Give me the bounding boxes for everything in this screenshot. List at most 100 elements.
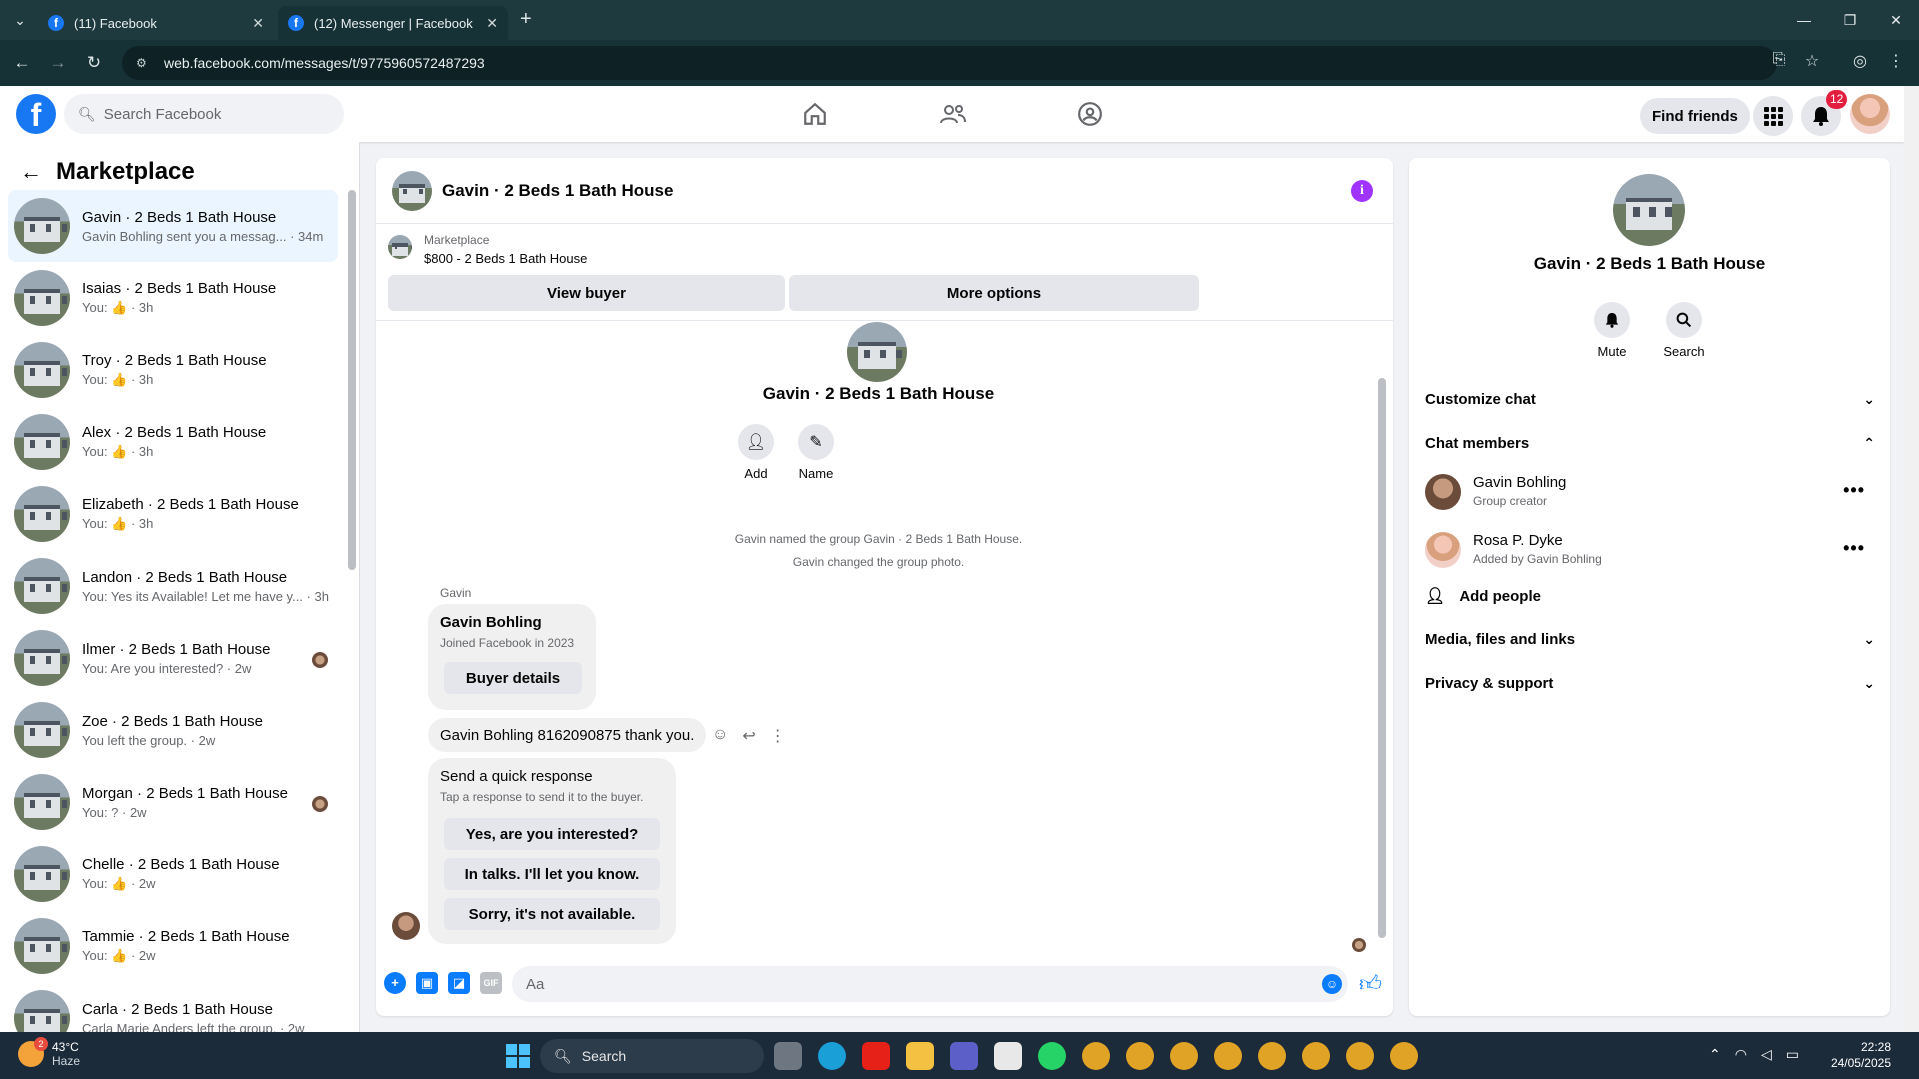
- battery-icon[interactable]: ▭: [1786, 1046, 1799, 1063]
- store-icon[interactable]: [994, 1042, 1022, 1070]
- minimize-icon[interactable]: —: [1781, 0, 1827, 40]
- more-horizontal-icon[interactable]: •••: [1843, 480, 1865, 501]
- browser-menu-icon[interactable]: ⋮: [1884, 51, 1908, 75]
- privacy-support-section[interactable]: Privacy & support ⌄: [1425, 668, 1875, 698]
- youtube-icon[interactable]: [862, 1042, 890, 1070]
- weather-widget[interactable]: 2 43°C Haze: [18, 1037, 80, 1068]
- sidebar-scrollbar[interactable]: [348, 190, 356, 570]
- home-nav-icon[interactable]: [759, 86, 871, 142]
- chat-scrollbar[interactable]: [1378, 378, 1386, 938]
- more-vertical-icon[interactable]: ⋮: [770, 726, 786, 746]
- chat-title[interactable]: Gavin · 2 Beds 1 Bath House: [442, 181, 673, 201]
- find-friends-button[interactable]: Find friends: [1640, 98, 1750, 134]
- message-bubble[interactable]: Gavin Bohling 8162090875 thank you.: [428, 718, 707, 752]
- conversation-item[interactable]: Isaias · 2 Beds 1 Bath House You: 👍 · 3h: [8, 262, 338, 334]
- conversation-item[interactable]: Gavin · 2 Beds 1 Bath House Gavin Bohling…: [8, 190, 338, 262]
- info-icon[interactable]: i: [1351, 180, 1373, 202]
- facebook-search-input[interactable]: 🔍︎ Search Facebook: [64, 94, 344, 134]
- wifi-icon[interactable]: ◠: [1735, 1046, 1747, 1063]
- react-smiley-icon[interactable]: ☺: [712, 726, 728, 746]
- facebook-logo-icon[interactable]: f: [16, 94, 56, 134]
- windows-start-icon[interactable]: [506, 1044, 530, 1068]
- restore-icon[interactable]: ❐: [1827, 0, 1873, 40]
- conversation-item[interactable]: Landon · 2 Beds 1 Bath House You: Yes its…: [8, 550, 338, 622]
- conversation-item[interactable]: Troy · 2 Beds 1 Bath House You: 👍 · 3h: [8, 334, 338, 406]
- sender-avatar[interactable]: [392, 912, 420, 940]
- back-icon[interactable]: ←: [10, 51, 34, 75]
- conversation-item[interactable]: Tammie · 2 Beds 1 Bath House You: 👍 · 2w: [8, 910, 338, 982]
- chat-thumbnail[interactable]: [392, 170, 432, 211]
- quick-response-option[interactable]: Yes, are you interested?: [444, 818, 660, 850]
- back-arrow-icon[interactable]: ←: [20, 159, 42, 185]
- install-app-icon[interactable]: ⎘: [1767, 51, 1791, 75]
- quick-response-option[interactable]: In talks. I'll let you know.: [444, 858, 660, 890]
- forward-icon[interactable]: →: [46, 51, 70, 75]
- customize-chat-section[interactable]: Customize chat ⌄: [1425, 384, 1875, 414]
- media-files-section[interactable]: Media, files and links ⌄: [1425, 624, 1875, 654]
- conversation-item[interactable]: Morgan · 2 Beds 1 Bath House You: ? · 2w: [8, 766, 338, 838]
- message-input[interactable]: Aa: [512, 966, 1348, 1002]
- chrome-icon[interactable]: [1082, 1042, 1110, 1070]
- account-avatar[interactable]: [1850, 94, 1890, 134]
- menu-grid-icon[interactable]: [1753, 96, 1793, 136]
- chevron-up-icon[interactable]: ⌃: [1709, 1046, 1721, 1063]
- close-tab-icon[interactable]: ✕: [486, 15, 498, 32]
- view-buyer-button[interactable]: View buyer: [388, 275, 785, 311]
- quick-response-option[interactable]: Sorry, it's not available.: [444, 898, 660, 930]
- file-explorer-icon[interactable]: [906, 1042, 934, 1070]
- conversation-item[interactable]: Alex · 2 Beds 1 Bath House You: 👍 · 3h: [8, 406, 338, 478]
- site-info-icon[interactable]: ⚙: [136, 56, 150, 70]
- details-group-photo[interactable]: [1613, 174, 1685, 246]
- new-tab-button[interactable]: +: [520, 8, 532, 31]
- more-options-button[interactable]: More options: [789, 275, 1199, 311]
- chrome-icon[interactable]: [1390, 1042, 1418, 1070]
- tab-facebook[interactable]: f (11) Facebook ✕: [38, 6, 274, 40]
- conversation-item[interactable]: Zoe · 2 Beds 1 Bath House You left the gr…: [8, 694, 338, 766]
- emoji-icon[interactable]: ☺: [1322, 974, 1342, 994]
- gif-icon[interactable]: GIF: [480, 972, 502, 994]
- teams-icon[interactable]: [950, 1042, 978, 1070]
- groups-nav-icon[interactable]: [1034, 86, 1146, 142]
- rename-button[interactable]: ✎ Name: [786, 424, 846, 481]
- close-window-icon[interactable]: ✕: [1873, 0, 1919, 40]
- edge-icon[interactable]: [818, 1042, 846, 1070]
- more-horizontal-icon[interactable]: •••: [1843, 538, 1865, 559]
- conversation-item[interactable]: Carla · 2 Beds 1 Bath House Carla Marie A…: [8, 982, 338, 1032]
- chrome-icon[interactable]: [1346, 1042, 1374, 1070]
- task-view-icon[interactable]: [774, 1042, 802, 1070]
- chrome-icon[interactable]: [1258, 1042, 1286, 1070]
- tab-search-button[interactable]: ⌄: [8, 8, 32, 32]
- reply-icon[interactable]: ↩: [742, 726, 755, 746]
- bookmark-star-icon[interactable]: ☆: [1800, 51, 1824, 75]
- plus-icon[interactable]: +: [384, 972, 406, 994]
- friends-nav-icon[interactable]: [897, 86, 1009, 142]
- listing-title[interactable]: $800 - 2 Beds 1 Bath House: [424, 251, 587, 266]
- sticker-icon[interactable]: ◪: [448, 972, 470, 994]
- member-row[interactable]: Gavin Bohling Group creator •••: [1425, 470, 1875, 514]
- tab-messenger[interactable]: f (12) Messenger | Facebook ✕: [278, 6, 508, 40]
- chrome-icon[interactable]: [1302, 1042, 1330, 1070]
- chat-members-section[interactable]: Chat members ⌃: [1425, 428, 1875, 458]
- taskbar-search[interactable]: 🔍︎ Search: [540, 1039, 764, 1073]
- clock[interactable]: 22:28 24/05/2025: [1831, 1039, 1891, 1071]
- conversation-item[interactable]: Chelle · 2 Beds 1 Bath House You: 👍 · 2w: [8, 838, 338, 910]
- page-scrollbar[interactable]: [1904, 86, 1919, 1032]
- conversation-item[interactable]: Ilmer · 2 Beds 1 Bath House You: Are you …: [8, 622, 338, 694]
- address-bar[interactable]: ⚙ web.facebook.com/messages/t/9775960572…: [122, 46, 1777, 80]
- add-people-button[interactable]: 👤︎ Add people: [1425, 586, 1541, 606]
- chrome-icon[interactable]: [1214, 1042, 1242, 1070]
- conversation-item[interactable]: Elizabeth · 2 Beds 1 Bath House You: 👍 · …: [8, 478, 338, 550]
- mute-button[interactable]: Mute: [1582, 302, 1642, 359]
- chrome-icon[interactable]: [1170, 1042, 1198, 1070]
- thumbs-up-icon[interactable]: 👍︎: [1359, 970, 1382, 997]
- volume-icon[interactable]: ◁: [1761, 1046, 1772, 1063]
- close-tab-icon[interactable]: ✕: [252, 15, 264, 32]
- chrome-icon[interactable]: [1126, 1042, 1154, 1070]
- profile-icon[interactable]: ◎: [1848, 51, 1872, 75]
- search-in-chat-button[interactable]: Search: [1654, 302, 1714, 359]
- add-member-button[interactable]: 👤︎ Add: [726, 424, 786, 481]
- buyer-details-button[interactable]: Buyer details: [444, 662, 582, 694]
- member-row[interactable]: Rosa P. Dyke Added by Gavin Bohling •••: [1425, 528, 1875, 572]
- photo-icon[interactable]: ▣: [416, 972, 438, 994]
- whatsapp-icon[interactable]: [1038, 1042, 1066, 1070]
